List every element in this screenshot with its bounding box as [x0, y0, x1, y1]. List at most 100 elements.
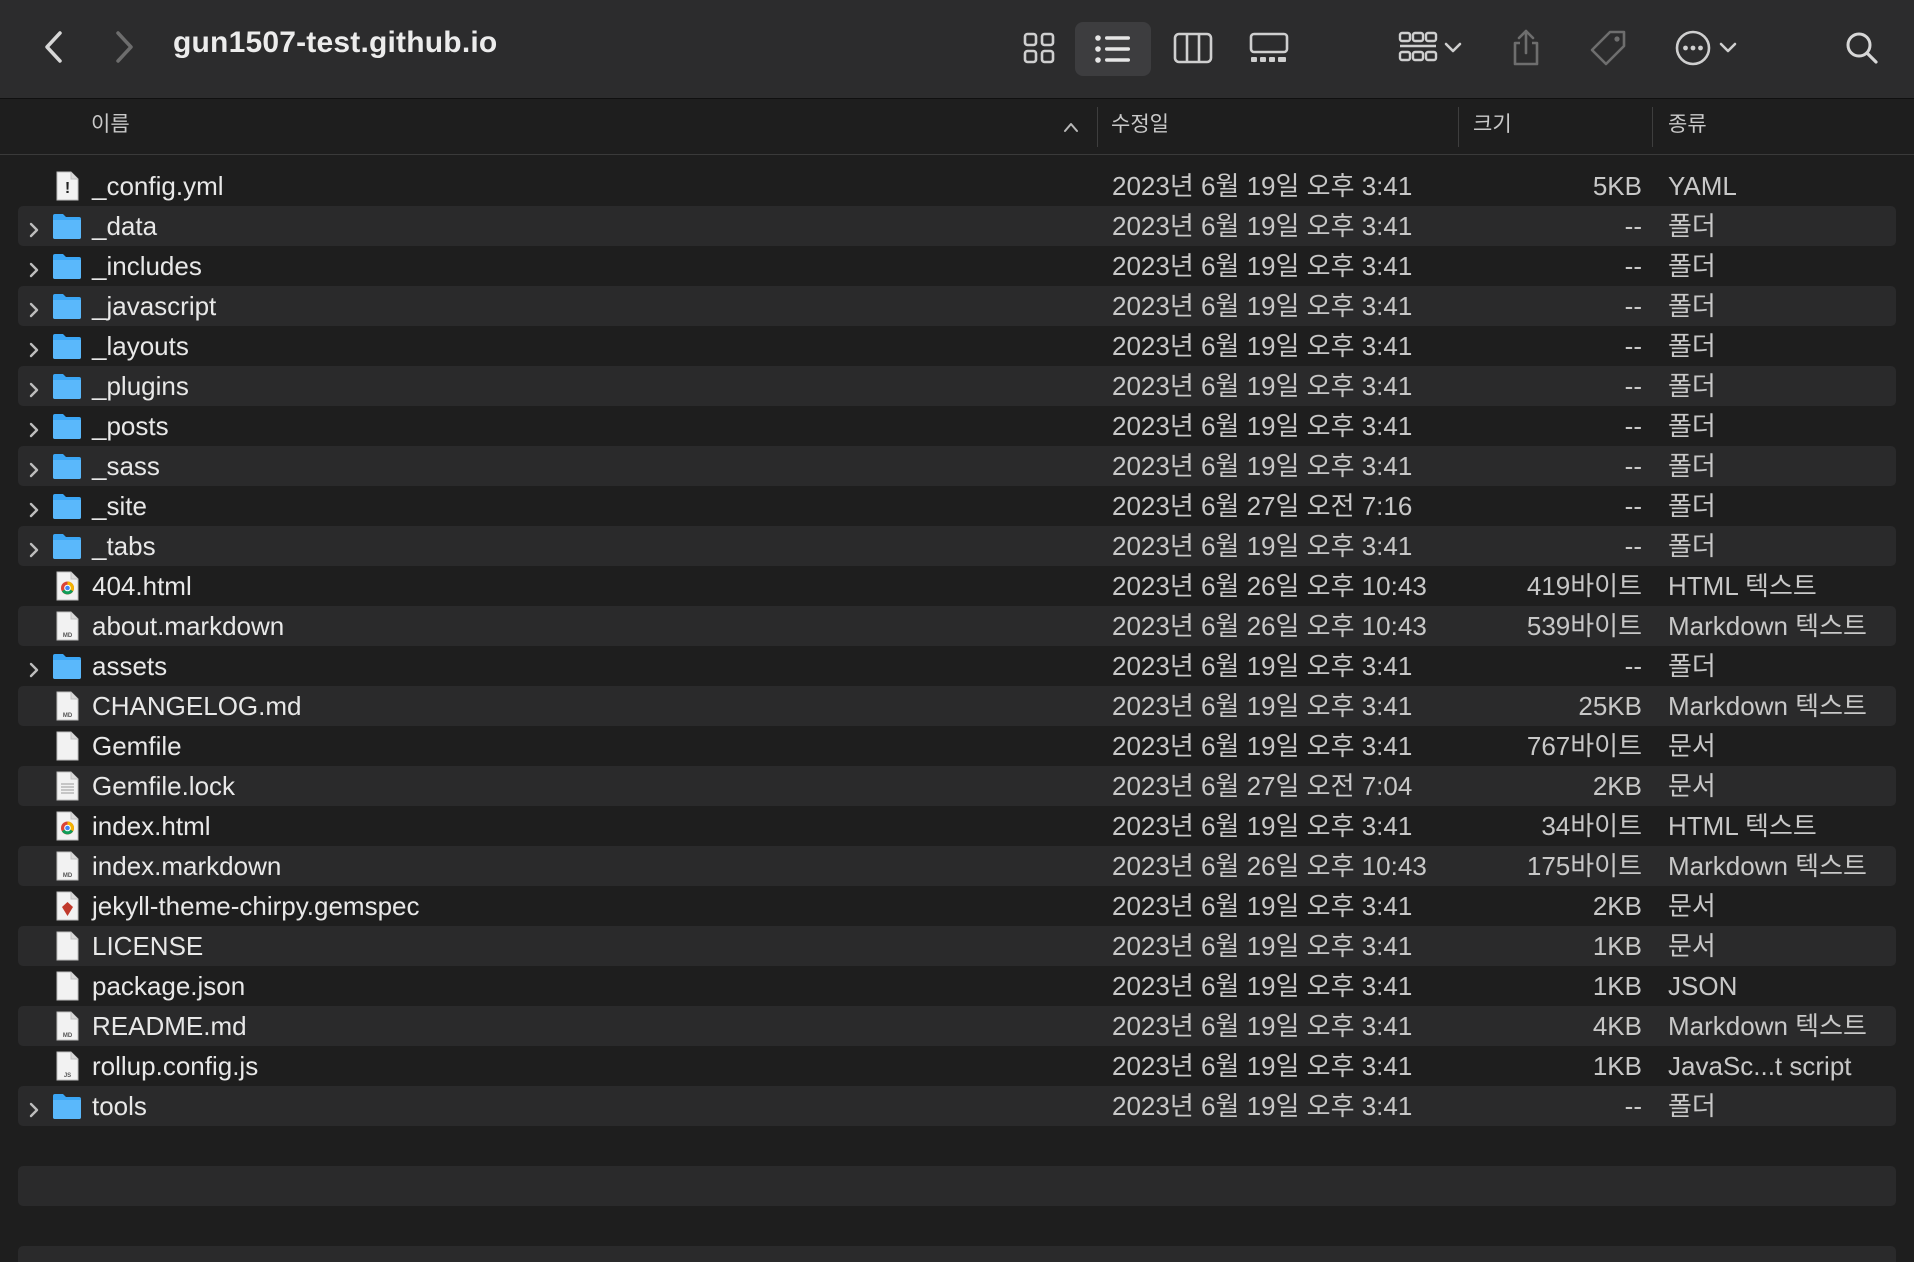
- file-row[interactable]: 404.html 2023년 6월 26일 오후 10:43 419바이트 HTML …: [0, 566, 1914, 606]
- icon-view-button[interactable]: [1002, 22, 1076, 74]
- file-icon-wrapper: [52, 770, 82, 802]
- html-file-icon: [56, 571, 79, 601]
- column-header-size[interactable]: 크기: [1473, 99, 1512, 154]
- file-row[interactable]: MD index.markdown 2023년 6월 26일 오후 10:43 175…: [0, 846, 1914, 886]
- folder-icon: [53, 494, 81, 519]
- chevron-right-icon: [29, 1102, 39, 1118]
- file-kind: JSON: [1668, 971, 1738, 1001]
- folder-icon: [53, 414, 81, 439]
- file-icon-wrapper: [52, 290, 82, 322]
- disclosure-triangle[interactable]: [26, 376, 42, 398]
- chevron-right-icon: [29, 542, 39, 558]
- disclosure-triangle[interactable]: [26, 456, 42, 478]
- file-row[interactable]: LICENSE 2023년 6월 19일 오후 3:41 1KB 문서: [0, 926, 1914, 966]
- search-button[interactable]: [1838, 22, 1886, 74]
- folder-row[interactable]: _javascript 2023년 6월 19일 오후 3:41 -- 폴더: [0, 286, 1914, 326]
- file-name: _config.yml: [92, 171, 224, 201]
- forward-button[interactable]: [104, 22, 144, 72]
- file-row[interactable]: MD about.markdown 2023년 6월 26일 오후 10:43 539…: [0, 606, 1914, 646]
- file-kind: JavaSc...t script: [1668, 1051, 1852, 1081]
- back-button[interactable]: [34, 22, 74, 72]
- folder-row[interactable]: _includes 2023년 6월 19일 오후 3:41 -- 폴더: [0, 246, 1914, 286]
- folder-row[interactable]: _layouts 2023년 6월 19일 오후 3:41 -- 폴더: [0, 326, 1914, 366]
- file-modified-date: 2023년 6월 19일 오후 3:41: [1112, 651, 1413, 681]
- file-icon-wrapper: [52, 330, 82, 362]
- disclosure-triangle[interactable]: [26, 256, 42, 278]
- file-row[interactable]: JS rollup.config.js 2023년 6월 19일 오후 3:41 1K…: [0, 1046, 1914, 1086]
- column-view-button[interactable]: [1156, 22, 1230, 74]
- folder-row[interactable]: _posts 2023년 6월 19일 오후 3:41 -- 폴더: [0, 406, 1914, 446]
- file-name: _layouts: [92, 331, 189, 361]
- folder-row[interactable]: _data 2023년 6월 19일 오후 3:41 -- 폴더: [0, 206, 1914, 246]
- folder-row[interactable]: _site 2023년 6월 27일 오전 7:16 -- 폴더: [0, 486, 1914, 526]
- file-kind: HTML 텍스트: [1668, 571, 1817, 601]
- file-row[interactable]: package.json 2023년 6월 19일 오후 3:41 1KB JSON: [0, 966, 1914, 1006]
- file-kind: 폴더: [1668, 251, 1716, 281]
- chevron-left-icon: [45, 31, 62, 63]
- disclosure-triangle[interactable]: [26, 536, 42, 558]
- finder-window: gun1507-test.github.io 이름 수정일 크기 종류 ! _c…: [0, 0, 1914, 1262]
- column-separator[interactable]: [1652, 107, 1653, 147]
- svg-text:MD: MD: [63, 873, 73, 879]
- file-row[interactable]: Gemfile 2023년 6월 19일 오후 3:41 767바이트 문서: [0, 726, 1914, 766]
- column-separator[interactable]: [1097, 107, 1098, 147]
- gallery-view-button[interactable]: [1232, 22, 1306, 74]
- chevron-right-icon: [29, 382, 39, 398]
- list-view-button[interactable]: [1075, 22, 1151, 76]
- chevron-down-icon: [1719, 42, 1737, 53]
- file-row[interactable]: MD README.md 2023년 6월 19일 오후 3:41 4KB Markdo…: [0, 1006, 1914, 1046]
- column-header-name[interactable]: 이름: [91, 99, 130, 154]
- file-row[interactable]: MD CHANGELOG.md 2023년 6월 19일 오후 3:41 25KB Ma…: [0, 686, 1914, 726]
- sort-ascending-icon[interactable]: [1063, 121, 1079, 133]
- column-header-kind[interactable]: 종류: [1668, 99, 1707, 154]
- markdown-file-icon: MD: [56, 611, 79, 641]
- file-name: _posts: [92, 411, 169, 441]
- disclosure-triangle[interactable]: [26, 656, 42, 678]
- folder-row[interactable]: tools 2023년 6월 19일 오후 3:41 -- 폴더: [0, 1086, 1914, 1126]
- file-icon-wrapper: [52, 370, 82, 402]
- disclosure-triangle[interactable]: [26, 296, 42, 318]
- file-modified-date: 2023년 6월 26일 오후 10:43: [1112, 851, 1427, 881]
- file-row[interactable]: index.html 2023년 6월 19일 오후 3:41 34바이트 HTML …: [0, 806, 1914, 846]
- file-row[interactable]: jekyll-theme-chirpy.gemspec 2023년 6월 19일 …: [0, 886, 1914, 926]
- disclosure-triangle[interactable]: [26, 336, 42, 358]
- column-separator[interactable]: [1458, 107, 1459, 147]
- group-by-button[interactable]: [1390, 22, 1470, 74]
- disclosure-triangle[interactable]: [26, 216, 42, 238]
- file-name: README.md: [92, 1011, 247, 1041]
- file-name: assets: [92, 651, 168, 681]
- disclosure-triangle[interactable]: [26, 496, 42, 518]
- file-modified-date: 2023년 6월 19일 오후 3:41: [1112, 371, 1413, 401]
- share-button[interactable]: [1502, 20, 1550, 76]
- folder-row[interactable]: _sass 2023년 6월 19일 오후 3:41 -- 폴더: [0, 446, 1914, 486]
- file-name: tools: [92, 1091, 147, 1121]
- file-size: --: [1624, 1091, 1642, 1121]
- column-view-icon: [1173, 32, 1213, 64]
- folder-icon: [53, 214, 81, 239]
- file-size: --: [1624, 331, 1642, 361]
- disclosure-triangle[interactable]: [26, 1096, 42, 1118]
- disclosure-triangle[interactable]: [26, 416, 42, 438]
- document-icon: [56, 731, 79, 761]
- folder-row[interactable]: assets 2023년 6월 19일 오후 3:41 -- 폴더: [0, 646, 1914, 686]
- folder-row[interactable]: _tabs 2023년 6월 19일 오후 3:41 -- 폴더: [0, 526, 1914, 566]
- file-name: _data: [92, 211, 158, 241]
- file-modified-date: 2023년 6월 19일 오후 3:41: [1112, 931, 1413, 961]
- file-kind: 문서: [1668, 771, 1716, 801]
- file-size: --: [1624, 291, 1642, 321]
- file-kind: 문서: [1668, 731, 1716, 761]
- column-header-modified[interactable]: 수정일: [1111, 99, 1169, 154]
- chevron-right-icon: [29, 462, 39, 478]
- file-row[interactable]: Gemfile.lock 2023년 6월 27일 오전 7:04 2KB 문서: [0, 766, 1914, 806]
- js-file-icon: JS: [56, 1051, 79, 1081]
- file-row[interactable]: ! _config.yml 2023년 6월 19일 오후 3:41 5KB YAML: [0, 166, 1914, 206]
- file-icon-wrapper: [52, 1090, 82, 1122]
- text-document-icon: [56, 771, 79, 801]
- file-icon-wrapper: MD: [52, 1010, 82, 1042]
- file-icon-wrapper: [52, 250, 82, 282]
- tag-button[interactable]: [1582, 22, 1634, 74]
- folder-row[interactable]: _plugins 2023년 6월 19일 오후 3:41 -- 폴더: [0, 366, 1914, 406]
- action-menu-button[interactable]: [1666, 22, 1746, 74]
- file-icon-wrapper: [52, 570, 82, 602]
- file-list: ! _config.yml 2023년 6월 19일 오후 3:41 5KB YAML _…: [0, 166, 1914, 1126]
